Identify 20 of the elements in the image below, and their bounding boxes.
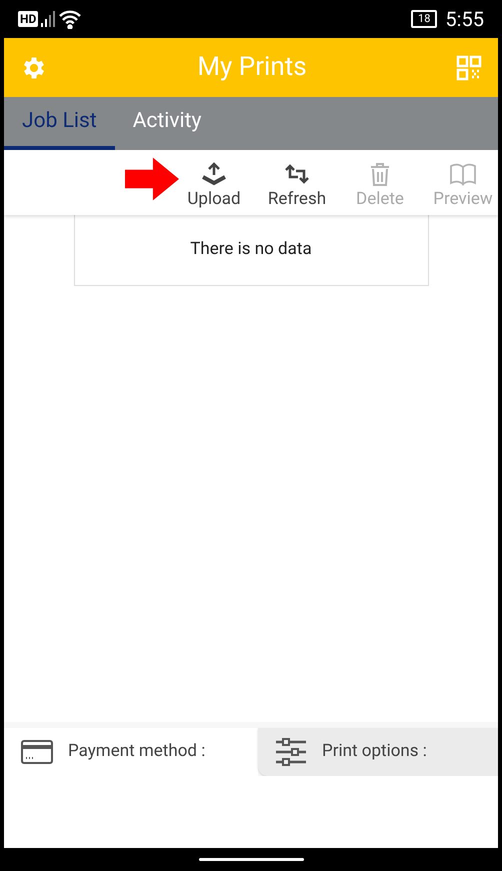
credit-card-icon [20,739,54,765]
app-title: My Prints [197,51,307,84]
sliders-icon [274,738,308,766]
network-type-label: HD [18,11,38,27]
bottom-tab[interactable]: Payment method : [4,728,258,776]
qr-code-icon[interactable] [456,54,482,80]
tab[interactable]: Activity [114,97,220,150]
wifi-icon [58,9,82,29]
refresh-button[interactable]: Refresh [264,161,330,209]
home-indicator[interactable] [198,858,304,861]
battery-indicator: 18 [411,10,438,28]
clock-time: 5:55 [445,6,484,33]
upload-icon [199,161,229,187]
book-icon [448,161,478,187]
arrow-icon [125,156,179,202]
empty-message: There is no data [190,238,312,262]
bottom-tab[interactable]: Print options : [258,728,498,776]
upload-button[interactable]: Upload [181,161,247,209]
signal-icon [41,10,56,28]
tab[interactable]: Job List [4,97,115,150]
